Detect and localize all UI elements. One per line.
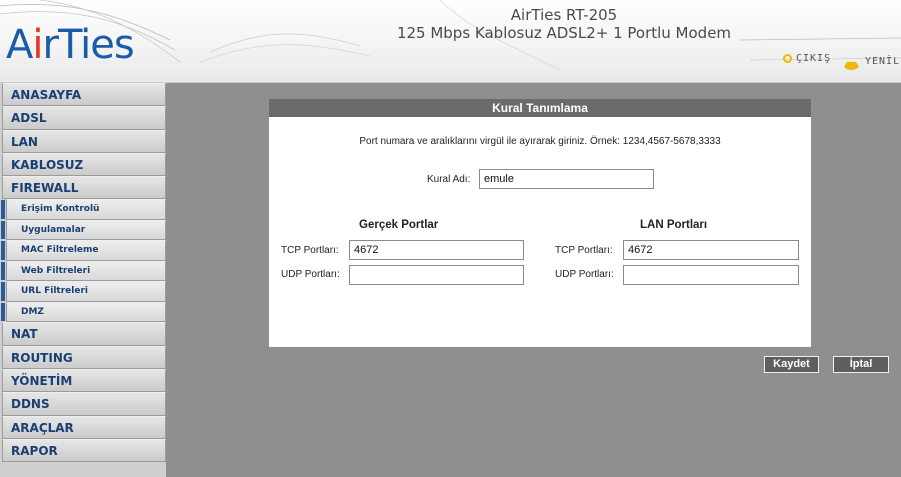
- cancel-button[interactable]: İptal: [833, 356, 889, 373]
- rule-name-input[interactable]: [479, 169, 654, 189]
- lan-tcp-input[interactable]: [623, 240, 799, 260]
- lan-ports-heading: LAN Portları: [640, 219, 708, 231]
- sidebar-item-araclar[interactable]: ARAÇLAR: [2, 415, 166, 439]
- sidebar-item-routing[interactable]: ROUTING: [2, 345, 166, 370]
- sidebar-subitem-web-filtreleri[interactable]: Web Filtreleri: [1, 260, 166, 282]
- sidebar-item-adsl[interactable]: ADSL: [2, 106, 166, 130]
- sidebar-subitem-uygulamalar[interactable]: Uygulamalar: [1, 219, 166, 241]
- lan-udp-input[interactable]: [623, 265, 799, 285]
- exit-link[interactable]: ÇIKIŞ: [783, 53, 831, 64]
- sidebar-item-firewall[interactable]: FIREWALL: [2, 176, 166, 200]
- sidebar-subitem-mac-filtreleme[interactable]: MAC Filtreleme: [1, 240, 166, 261]
- real-udp-input[interactable]: [349, 265, 524, 285]
- real-tcp-label: TCP Portları:: [281, 245, 339, 256]
- sidebar-subitem-url-filtreleri[interactable]: URL Filtreleri: [1, 281, 166, 302]
- logo-letter-a: A: [6, 22, 33, 68]
- lan-udp-label: UDP Portları:: [555, 269, 614, 280]
- sidebar-item-ddns[interactable]: DDNS: [2, 392, 166, 416]
- logo-ties: Ties: [57, 22, 135, 68]
- rule-name-label: Kural Adı:: [427, 174, 471, 185]
- device-description: 125 Mbps Kablosuz ADSL2+ 1 Portlu Modem: [396, 24, 732, 42]
- sidebar-item-anasayfa[interactable]: ANASAYFA: [2, 83, 166, 107]
- power-icon: [783, 54, 792, 63]
- sidebar-item-kablosuz[interactable]: KABLOSUZ: [2, 152, 166, 177]
- rule-definition-panel: Kural Tanımlama Port numara ve aralıklar…: [269, 99, 811, 347]
- refresh-link[interactable]: YENİLE: [842, 53, 901, 70]
- device-model: AirTies RT-205: [510, 6, 618, 24]
- sidebar-subitem-dmz[interactable]: DMZ: [1, 301, 166, 323]
- real-udp-label: UDP Portları:: [281, 269, 340, 280]
- sidebar-item-rapor[interactable]: RAPOR: [2, 438, 166, 463]
- panel-title: Kural Tanımlama: [269, 99, 811, 117]
- home-icon: [842, 53, 861, 70]
- airties-logo: AirTies: [6, 22, 135, 68]
- exit-link-label: ÇIKIŞ: [796, 53, 832, 64]
- device-title: AirTies RT-205 125 Mbps Kablosuz ADSL2+ …: [384, 6, 744, 43]
- real-ports-heading: Gerçek Portlar: [359, 219, 439, 231]
- logo-letter-i: i: [32, 22, 43, 68]
- sidebar-item-yonetim[interactable]: YÖNETİM: [2, 369, 166, 393]
- logo-letter-r: r: [42, 22, 59, 68]
- sidebar-nav: ANASAYFA ADSL LAN KABLOSUZ FIREWALL Eriş…: [0, 83, 166, 477]
- lan-tcp-label: TCP Portları:: [555, 245, 613, 256]
- sidebar-subitem-erisim-kontrolu[interactable]: Erişim Kontrolü: [1, 199, 166, 220]
- real-tcp-input[interactable]: [349, 240, 524, 260]
- refresh-link-label: YENİLE: [865, 56, 901, 67]
- port-format-hint: Port numara ve aralıklarını virgül ile a…: [359, 136, 721, 147]
- sidebar-item-lan[interactable]: LAN: [2, 129, 166, 153]
- save-button[interactable]: Kaydet: [764, 356, 819, 373]
- sidebar-item-nat[interactable]: NAT: [2, 322, 166, 346]
- header: AirTies AirTies RT-205 125 Mbps Kablosuz…: [0, 0, 901, 83]
